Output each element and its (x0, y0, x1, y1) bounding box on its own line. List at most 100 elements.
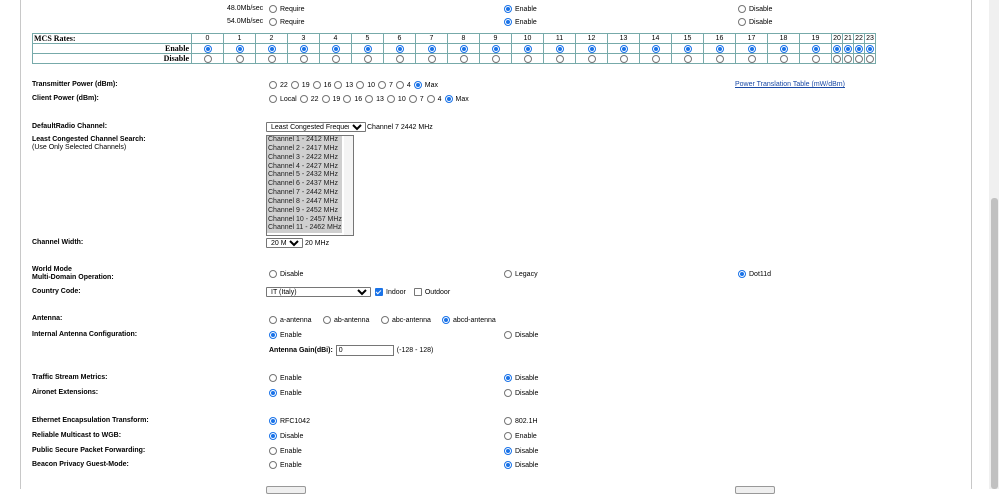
mcs-disable-radio-23[interactable] (866, 54, 874, 63)
world-mode-disable-radio[interactable] (269, 270, 277, 278)
mcs-enable-radio-5[interactable] (363, 44, 372, 53)
rate-54-enable[interactable]: Enable (504, 18, 537, 26)
rate-48-require[interactable]: Require (269, 5, 305, 13)
mcs-disable-radio-17[interactable] (747, 54, 756, 63)
mcs-disable-radio-12[interactable] (587, 54, 596, 63)
rate-54-disable-radio[interactable] (738, 18, 746, 26)
mcs-enable-radio-0[interactable] (203, 44, 212, 53)
mcs-disable-radio-11[interactable] (555, 54, 564, 63)
antenna-abc-radio[interactable] (381, 316, 389, 324)
client-power-option-max[interactable]: Max (444, 95, 469, 103)
page-scrollbar-thumb[interactable] (991, 198, 998, 489)
mcs-disable-radio-10[interactable] (523, 54, 532, 63)
mcs-enable-radio-22[interactable] (855, 44, 863, 53)
multicast-enable-radio[interactable] (504, 432, 512, 440)
antenna-a-radio[interactable] (269, 316, 277, 324)
tx-power-radio-10[interactable] (356, 81, 365, 89)
client-power-option-22[interactable]: 22 (299, 95, 319, 103)
traffic-stream-enable[interactable]: Enable (269, 374, 302, 382)
tx-power-option-10[interactable]: 10 (356, 81, 375, 89)
tx-power-option-16[interactable]: 16 (312, 81, 331, 89)
client-power-radio-13[interactable] (365, 95, 374, 103)
client-power-option-local[interactable]: Local (269, 95, 297, 103)
mcs-disable-radio-2[interactable] (267, 54, 276, 63)
channel-width-select[interactable]: 20 MHz (266, 238, 303, 248)
internal-antenna-enable[interactable]: Enable (269, 331, 302, 339)
mcs-disable-radio-9[interactable] (491, 54, 500, 63)
mcs-enable-radio-4[interactable] (331, 44, 340, 53)
client-power-option-7[interactable]: 7 (408, 95, 424, 103)
pspf-enable[interactable]: Enable (269, 447, 302, 455)
channel-option[interactable]: Channel 5 - 2432 MHz (267, 171, 342, 181)
mcs-enable-radio-13[interactable] (619, 44, 628, 53)
channel-option[interactable]: Channel 8 - 2447 MHz (267, 197, 342, 207)
cancel-button-partial[interactable] (735, 486, 775, 494)
apply-button-partial[interactable] (266, 486, 306, 494)
internal-antenna-enable-radio[interactable] (269, 331, 277, 339)
mcs-disable-radio-6[interactable] (395, 54, 404, 63)
client-power-option-4[interactable]: 4 (426, 95, 442, 103)
world-mode-disable[interactable]: Disable (269, 270, 303, 278)
tx-power-option-max[interactable]: Max (413, 81, 438, 89)
client-power-radio-19[interactable] (321, 95, 330, 103)
outdoor-option[interactable]: Outdoor (413, 288, 450, 296)
mcs-enable-radio-18[interactable] (779, 44, 788, 53)
channel-option[interactable]: Channel 2 - 2417 MHz (267, 144, 342, 154)
client-power-option-13[interactable]: 13 (365, 95, 384, 103)
tx-power-option-13[interactable]: 13 (334, 81, 353, 89)
client-power-radio-local[interactable] (269, 95, 277, 103)
mcs-disable-radio-13[interactable] (619, 54, 628, 63)
channel-listbox-scrollbar[interactable] (344, 136, 353, 235)
mcs-enable-radio-12[interactable] (587, 44, 596, 53)
rate-54-disable[interactable]: Disable (738, 18, 772, 26)
client-power-radio-10[interactable] (386, 95, 395, 103)
ethernet-rfc1042-radio[interactable] (269, 417, 277, 425)
outdoor-checkbox[interactable] (413, 288, 422, 296)
mcs-disable-radio-3[interactable] (299, 54, 308, 63)
mcs-enable-radio-20[interactable] (833, 44, 841, 53)
channel-option[interactable]: Channel 11 - 2462 MHz (267, 224, 342, 234)
mcs-enable-radio-1[interactable] (235, 44, 244, 53)
channel-option[interactable]: Channel 7 - 2442 MHz (267, 189, 342, 198)
antenna-ab[interactable]: ab-antenna (323, 316, 369, 324)
client-power-option-16[interactable]: 16 (343, 95, 362, 103)
rate-54-require[interactable]: Require (269, 18, 305, 26)
tx-power-option-4[interactable]: 4 (395, 81, 411, 89)
mcs-disable-radio-15[interactable] (683, 54, 692, 63)
traffic-stream-disable[interactable]: Disable (504, 374, 538, 382)
client-power-radio-22[interactable] (299, 95, 308, 103)
channel-listbox[interactable]: Channel 1 - 2412 MHz Channel 2 - 2417 MHz… (266, 135, 354, 236)
world-mode-dot11d[interactable]: Dot11d (738, 270, 771, 278)
client-power-option-19[interactable]: 19 (321, 95, 340, 103)
traffic-stream-enable-radio[interactable] (269, 374, 277, 382)
antenna-gain-input[interactable]: 0 (335, 345, 394, 356)
country-code-select[interactable]: IT (Italy) (266, 287, 371, 297)
channel-option[interactable]: Channel 9 - 2452 MHz (267, 206, 342, 216)
mcs-enable-radio-7[interactable] (427, 44, 436, 53)
mcs-disable-radio-5[interactable] (363, 54, 372, 63)
client-power-radio-4[interactable] (426, 95, 435, 103)
world-mode-legacy[interactable]: Legacy (504, 270, 538, 278)
channel-option[interactable]: Channel 10 - 2457 MHz (267, 215, 342, 225)
rate-48-disable[interactable]: Disable (738, 5, 772, 13)
client-power-option-10[interactable]: 10 (386, 95, 406, 103)
mcs-disable-radio-0[interactable] (203, 54, 212, 63)
multicast-enable[interactable]: Enable (504, 432, 537, 440)
indoor-option[interactable]: Indoor (375, 288, 406, 296)
tx-power-radio-19[interactable] (290, 81, 299, 89)
pspf-disable[interactable]: Disable (504, 447, 538, 455)
tx-power-radio-22[interactable] (269, 81, 277, 89)
internal-antenna-disable-radio[interactable] (504, 331, 512, 339)
multicast-disable[interactable]: Disable (269, 432, 303, 440)
default-radio-select[interactable]: Least Congested Frequency (266, 122, 366, 132)
indoor-checkbox[interactable] (375, 288, 383, 296)
channel-option[interactable]: Channel 3 - 2422 MHz (267, 153, 342, 163)
mcs-disable-radio-4[interactable] (331, 54, 340, 63)
client-power-radio-7[interactable] (408, 95, 417, 103)
tx-power-radio-16[interactable] (312, 81, 321, 89)
mcs-enable-radio-16[interactable] (715, 44, 724, 53)
rate-54-enable-radio[interactable] (504, 18, 512, 26)
channel-option[interactable]: Channel 4 - 2427 MHz (267, 162, 342, 172)
mcs-disable-radio-19[interactable] (811, 54, 820, 63)
aironet-enable[interactable]: Enable (269, 389, 302, 397)
